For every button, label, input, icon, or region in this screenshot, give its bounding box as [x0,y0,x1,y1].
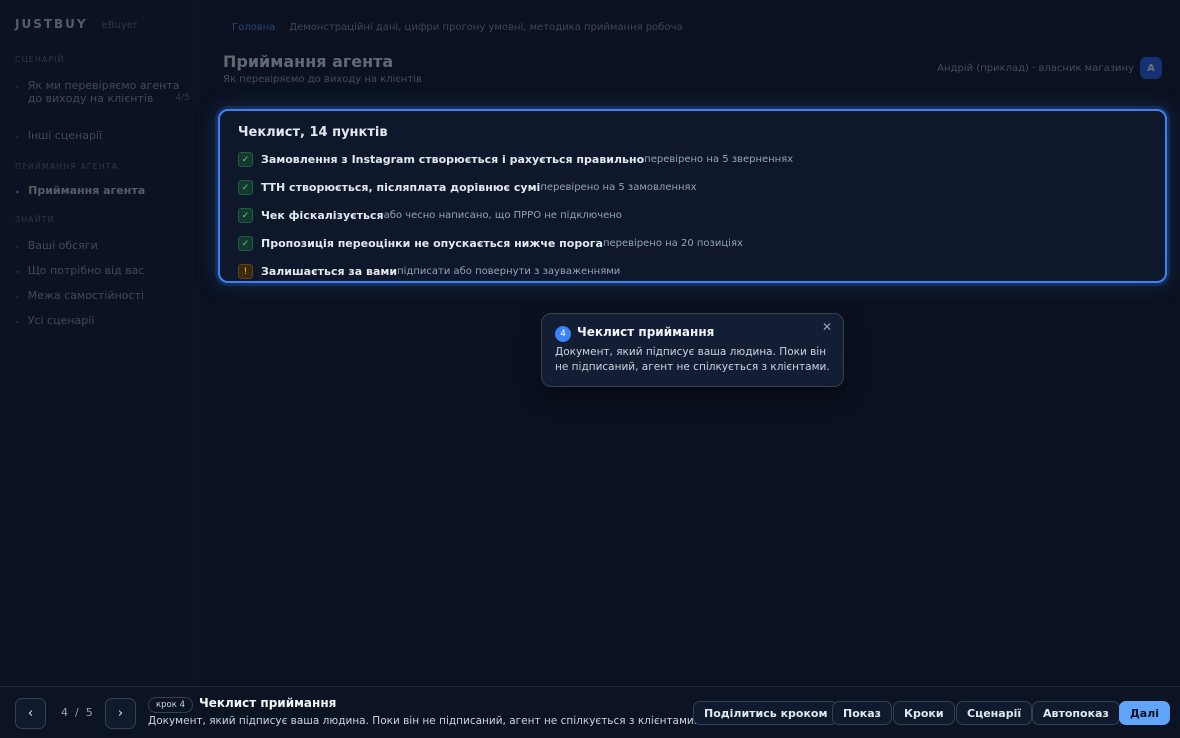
popover-body: Документ, який підписує ваша людина. Пок… [555,346,830,373]
bullet-icon: • [15,293,20,302]
checklist-item: ! Залишається за вами підписати або пове… [238,264,620,279]
check-icon: ✓ [238,208,253,223]
sidebar: JUSTBUY eBuyer Сценарій • Як ми перевіря… [0,0,200,686]
sidebar-item-label: Ваші обсяги [27,239,98,252]
sidebar-item-autonomy[interactable]: • Межа самостійності [15,289,190,304]
checklist-title: Чеклист, 14 пунктів [238,125,388,140]
next-step-arrow-button[interactable]: › [105,698,136,729]
checklist-item-title: ТТН створюється, післяплата дорівнює сум… [261,181,541,194]
brand: JUSTBUY eBuyer [15,17,137,31]
page-title: Приймання агента [223,52,394,71]
brand-tag: eBuyer [101,20,138,31]
sidebar-item-label: Межа самостійності [27,289,145,302]
breadcrumb: Головна Демонстраційні дані, цифри прого… [232,22,683,33]
bullet-icon: • [15,243,20,252]
popover-title: Чеклист приймання [577,325,715,339]
checklist-item: ✓ Замовлення з Instagram створюється і р… [238,152,793,167]
sidebar-item-label: Що потрібно від вас [27,264,145,277]
bullet-icon: • [15,318,20,327]
chevron-right-icon: › [117,706,124,721]
user-name: Андрій (приклад) · власник магазину [937,62,1134,74]
checklist-item-title: Замовлення з Instagram створюється і рах… [261,153,645,166]
bullet-icon: • [15,133,20,142]
page-subtitle: Як перевіряємо до виходу на клієнтів [223,74,422,85]
sidebar-section-scenario: Сценарій [15,55,65,64]
tour-popover: 4 Чеклист приймання ✕ Документ, який під… [541,313,844,387]
chevron-left-icon: ‹ [27,706,34,721]
step-total: 5 [85,706,93,719]
sidebar-item-all-scenarios[interactable]: • Усі сценарії [15,314,190,329]
brand-logo[interactable]: JUSTBUY [15,17,88,31]
sidebar-section-acceptance: Приймання агента [15,162,119,171]
tour-step-description: Документ, який підписує ваша людина. Пок… [148,715,698,727]
step-current: 4 [61,706,68,719]
checklist-item-note: перевірено на 20 позиціях [602,238,743,249]
show-button[interactable]: Показ [832,701,893,725]
sidebar-section-find: Знайти [15,215,55,224]
breadcrumb-home-link[interactable]: Головна [232,22,275,33]
steps-button[interactable]: Кроки [893,701,955,725]
prev-step-button[interactable]: ‹ [15,698,46,729]
next-button[interactable]: Далі [1119,701,1171,725]
tour-step-title: Чеклист приймання [199,696,337,710]
autoplay-button[interactable]: Автопоказ [1032,701,1120,725]
bullet-icon: • [15,268,20,277]
sidebar-item-check-agent[interactable]: • Як ми перевіряємо агента до виходу на … [15,79,190,105]
topbar: Головна Демонстраційні дані, цифри прого… [220,0,1180,60]
checklist-item-title: Пропозиція переоцінки не опускається ниж… [261,237,603,250]
checklist-item: ✓ Чек фіскалізується або чесно написано,… [238,208,622,223]
checklist-item: ✓ Пропозиція переоцінки не опускається н… [238,236,743,251]
step-counter: 4 / 5 [61,706,93,719]
scenarios-button[interactable]: Сценарії [956,701,1033,725]
check-icon: ✓ [238,236,253,251]
sidebar-item-acceptance[interactable]: • Приймання агента [15,184,190,199]
step-badge: крок 4 [148,697,193,713]
acceptance-checklist-card: Чеклист, 14 пунктів ✓ Замовлення з Insta… [218,109,1167,283]
breadcrumb-note: Демонстраційні дані, цифри прогону умовн… [289,22,683,33]
checklist-item-note: перевірено на 5 замовленнях [540,182,697,193]
avatar[interactable]: А [1140,57,1162,79]
sidebar-item-label: Інші сценарії [27,129,103,142]
sidebar-item-needs[interactable]: • Що потрібно від вас [15,264,190,279]
sidebar-item-volumes[interactable]: • Ваші обсяги [15,239,190,254]
exclamation-icon: ! [238,264,253,279]
checklist-item: ✓ ТТН створюється, післяплата дорівнює с… [238,180,696,195]
checklist-item-title: Чек фіскалізується [261,209,384,222]
checklist-item-note: або чесно написано, що ПРРО не підключен… [383,210,622,221]
checklist-item-note: підписати або повернути з зауваженнями [397,266,621,277]
bullet-icon: • [15,83,20,92]
check-icon: ✓ [238,180,253,195]
close-icon[interactable]: ✕ [819,319,835,335]
share-step-button[interactable]: Поділитись кроком [693,701,839,725]
checklist-item-title: Залишається за вами [261,265,398,278]
sidebar-item-label: Приймання агента [28,184,146,197]
sidebar-item-count: 4/5 [175,93,190,103]
bullet-icon: • [15,188,21,197]
check-icon: ✓ [238,152,253,167]
sidebar-item-label: Як ми перевіряємо агента до виходу на кл… [27,79,180,105]
user-chip[interactable]: Андрій (приклад) · власник магазину А [937,57,1162,79]
step-separator: / [75,706,79,719]
step-number-badge: 4 [555,326,571,342]
sidebar-item-label: Усі сценарії [27,314,95,327]
checklist-item-note: перевірено на 5 зверненнях [644,154,794,165]
tour-bar: ‹ 4 / 5 › крок 4 Чеклист приймання Докум… [0,686,1180,738]
sidebar-item-other-scenarios[interactable]: • Інші сценарії [15,129,190,144]
